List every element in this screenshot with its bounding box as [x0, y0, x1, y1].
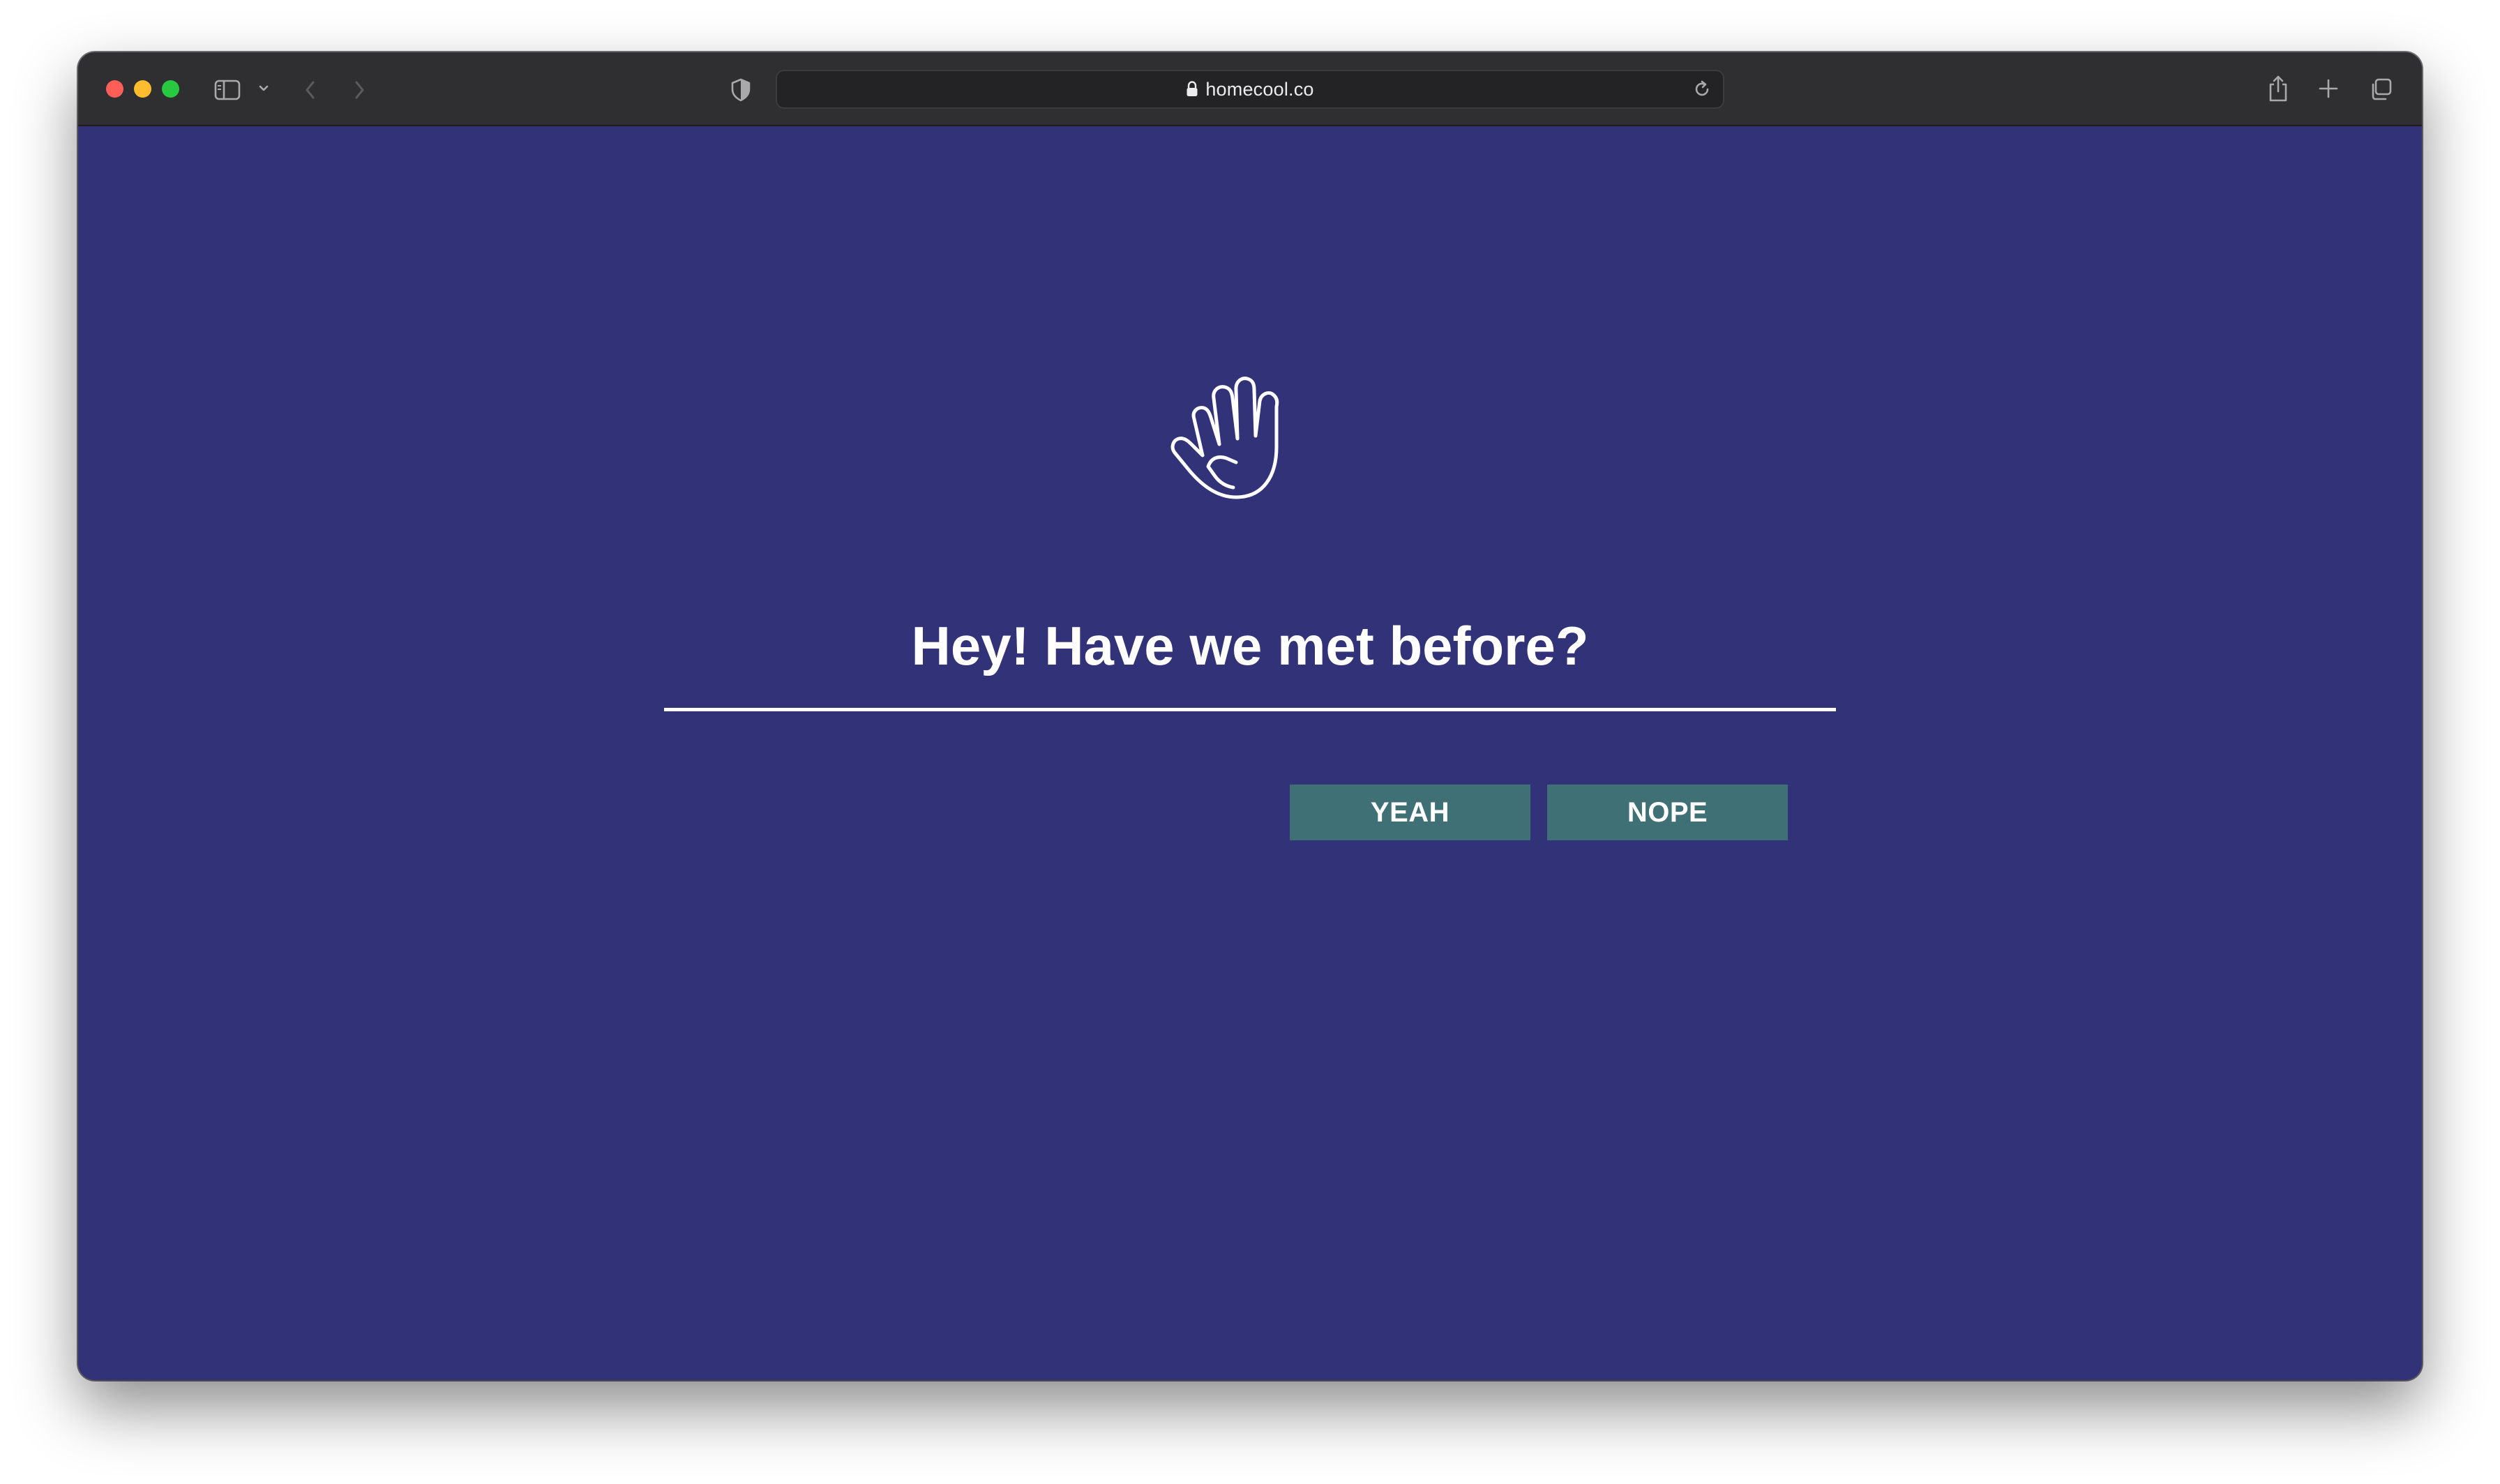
nope-button[interactable]: NOPE — [1547, 785, 1788, 840]
tab-overview-icon[interactable] — [2367, 76, 2394, 103]
chevron-down-icon[interactable] — [257, 82, 271, 96]
chevron-right-icon — [355, 81, 364, 99]
yeah-button[interactable]: YEAH — [1290, 785, 1530, 840]
waving-hand-icon — [1166, 363, 1306, 503]
chevron-left-icon — [306, 81, 315, 99]
browser-window: homecool.co Hey! Have we met before? YEA… — [78, 52, 2422, 1380]
reload-icon[interactable] — [1691, 78, 1713, 100]
address-bar[interactable]: homecool.co — [776, 70, 1724, 109]
sidebar-icon[interactable] — [213, 76, 241, 104]
lock-icon — [1187, 81, 1198, 96]
minimize-window-button[interactable] — [134, 80, 151, 98]
forward-button[interactable] — [349, 76, 370, 104]
title-underline — [664, 708, 1836, 711]
page-title: Hey! Have we met before? — [911, 615, 1589, 676]
back-button[interactable] — [300, 76, 321, 104]
url-text: homecool.co — [1205, 78, 1314, 100]
page-content: Hey! Have we met before? YEAH NOPE — [78, 126, 2422, 1380]
browser-toolbar: homecool.co — [78, 52, 2422, 126]
plus-icon[interactable] — [2316, 76, 2341, 101]
share-icon[interactable] — [2266, 73, 2291, 104]
shield-icon[interactable] — [728, 76, 753, 104]
maximize-window-button[interactable] — [162, 80, 179, 98]
close-window-button[interactable] — [106, 80, 123, 98]
